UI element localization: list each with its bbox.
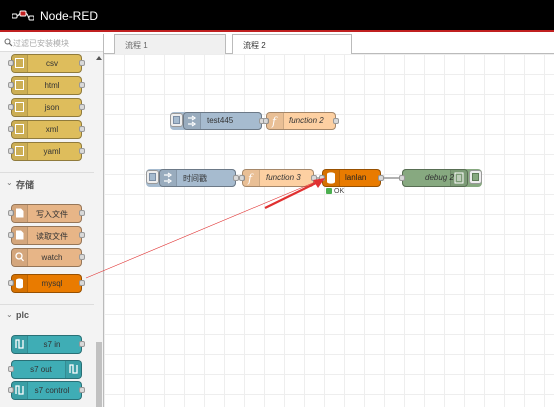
category-storage[interactable]: ⌄ 存储 [0,172,94,193]
database-icon [323,170,340,186]
parser-icon [12,99,28,116]
parser-icon [12,77,28,94]
tab-flow-2[interactable]: 流程 2 [232,34,352,55]
palette-node-label: s7 out [30,365,52,374]
palette-node-label: yaml [43,147,61,156]
database-icon [12,275,28,292]
inject-button[interactable] [146,170,159,184]
palette-node-label: xml [45,125,59,134]
workspace: 流程 1 流程 2 test445 f function 2 时间戳 f fun… [104,34,554,407]
file-icon [12,227,28,244]
scroll-up-icon[interactable] [96,56,102,60]
watch-icon [12,249,28,266]
s7-icon [65,361,81,378]
chevron-down-icon: ⌄ [6,178,13,187]
function-icon: f [267,113,284,129]
tab-label: 流程 1 [125,41,148,50]
chevron-down-icon: ⌄ [6,310,13,319]
tab-bar: 流程 1 流程 2 [104,34,554,55]
debug-list-icon [450,170,467,186]
scrollbar-thumb[interactable] [96,342,102,407]
palette-scrollbar[interactable] [94,52,103,407]
flow-canvas[interactable]: test445 f function 2 时间戳 f function 3 la… [104,54,554,407]
node-status: OK [326,188,344,195]
palette-node-watch[interactable]: watch [11,248,85,267]
palette-node-label: html [44,81,60,90]
flow-node-mysql-lanlan[interactable]: lanlan [319,169,384,187]
node-label: function 3 [266,173,301,182]
status-text: OK [334,188,345,195]
function-icon: f [243,170,260,186]
palette-node-mysql[interactable]: mysql [8,274,85,293]
arrow-right-icon [160,170,177,186]
palette-node-s7-in[interactable]: s7 in [11,335,85,354]
file-icon [12,205,28,222]
palette-node-label: mysql [41,279,63,288]
palette-node-csv[interactable]: csv [8,54,85,73]
palette-node-label: csv [46,59,58,68]
node-red-logo-icon [12,10,34,21]
node-palette: 过滤已安装模块 csv html json xml yaml ⌄ 存储 写入文件… [0,34,104,407]
svg-text:f: f [271,115,278,128]
palette-node-label: 读取文件 [36,232,68,241]
output-port[interactable] [333,118,339,124]
parser-icon [12,143,28,160]
palette-node-yaml[interactable]: yaml [8,142,85,161]
palette-node-label: watch [41,253,63,262]
tab-label: 流程 2 [243,41,266,50]
flow-node-debug-2[interactable]: debug 2 [399,169,482,187]
flow-node-inject-timestamp[interactable]: 时间戳 [146,169,239,187]
palette-node-html[interactable]: html [8,76,85,95]
tab-flow-1[interactable]: 流程 1 [114,34,226,54]
input-port[interactable] [399,175,405,181]
arrow-right-icon [184,113,201,129]
flow-node-inject-test445[interactable]: test445 [170,112,265,130]
category-label: plc [16,310,30,320]
parser-icon [12,55,28,72]
flow-node-function-3[interactable]: f function 3 [239,169,317,187]
parser-icon [12,121,28,138]
output-port[interactable] [378,175,384,181]
palette-node-json[interactable]: json [8,98,85,117]
debug-toggle-button[interactable] [469,170,482,184]
header: Node-RED [0,0,554,32]
output-port[interactable] [311,175,317,181]
palette-node-label: json [44,103,60,112]
s7-icon [12,382,28,399]
category-plc[interactable]: ⌄ plc [0,304,94,325]
app-title: Node-RED [40,9,99,23]
category-label: 存储 [16,180,35,190]
palette-node-label: s7 control [34,386,70,395]
inject-button[interactable] [170,113,183,127]
node-label: lanlan [345,173,367,182]
svg-text:f: f [247,172,254,185]
palette-node-s7-out[interactable]: s7 out [8,360,82,379]
palette-node-label: s7 in [43,340,61,349]
node-label: 时间戳 [183,174,207,183]
palette-search[interactable]: 过滤已安装模块 [0,34,103,52]
flow-wires [236,120,402,179]
node-label: function 2 [289,116,324,125]
palette-node-label: 写入文件 [36,210,68,219]
palette-node-s7-control[interactable]: s7 control [8,381,85,400]
palette-node-xml[interactable]: xml [8,120,85,139]
search-icon [4,38,13,47]
search-placeholder: 过滤已安装模块 [13,39,69,48]
flow-node-function-2[interactable]: f function 2 [263,112,339,130]
node-label: test445 [207,116,234,125]
s7-icon [12,336,28,353]
palette-node-file-read[interactable]: 读取文件 [8,226,85,245]
palette-node-file-write[interactable]: 写入文件 [8,204,85,223]
status-dot-icon [326,188,332,194]
